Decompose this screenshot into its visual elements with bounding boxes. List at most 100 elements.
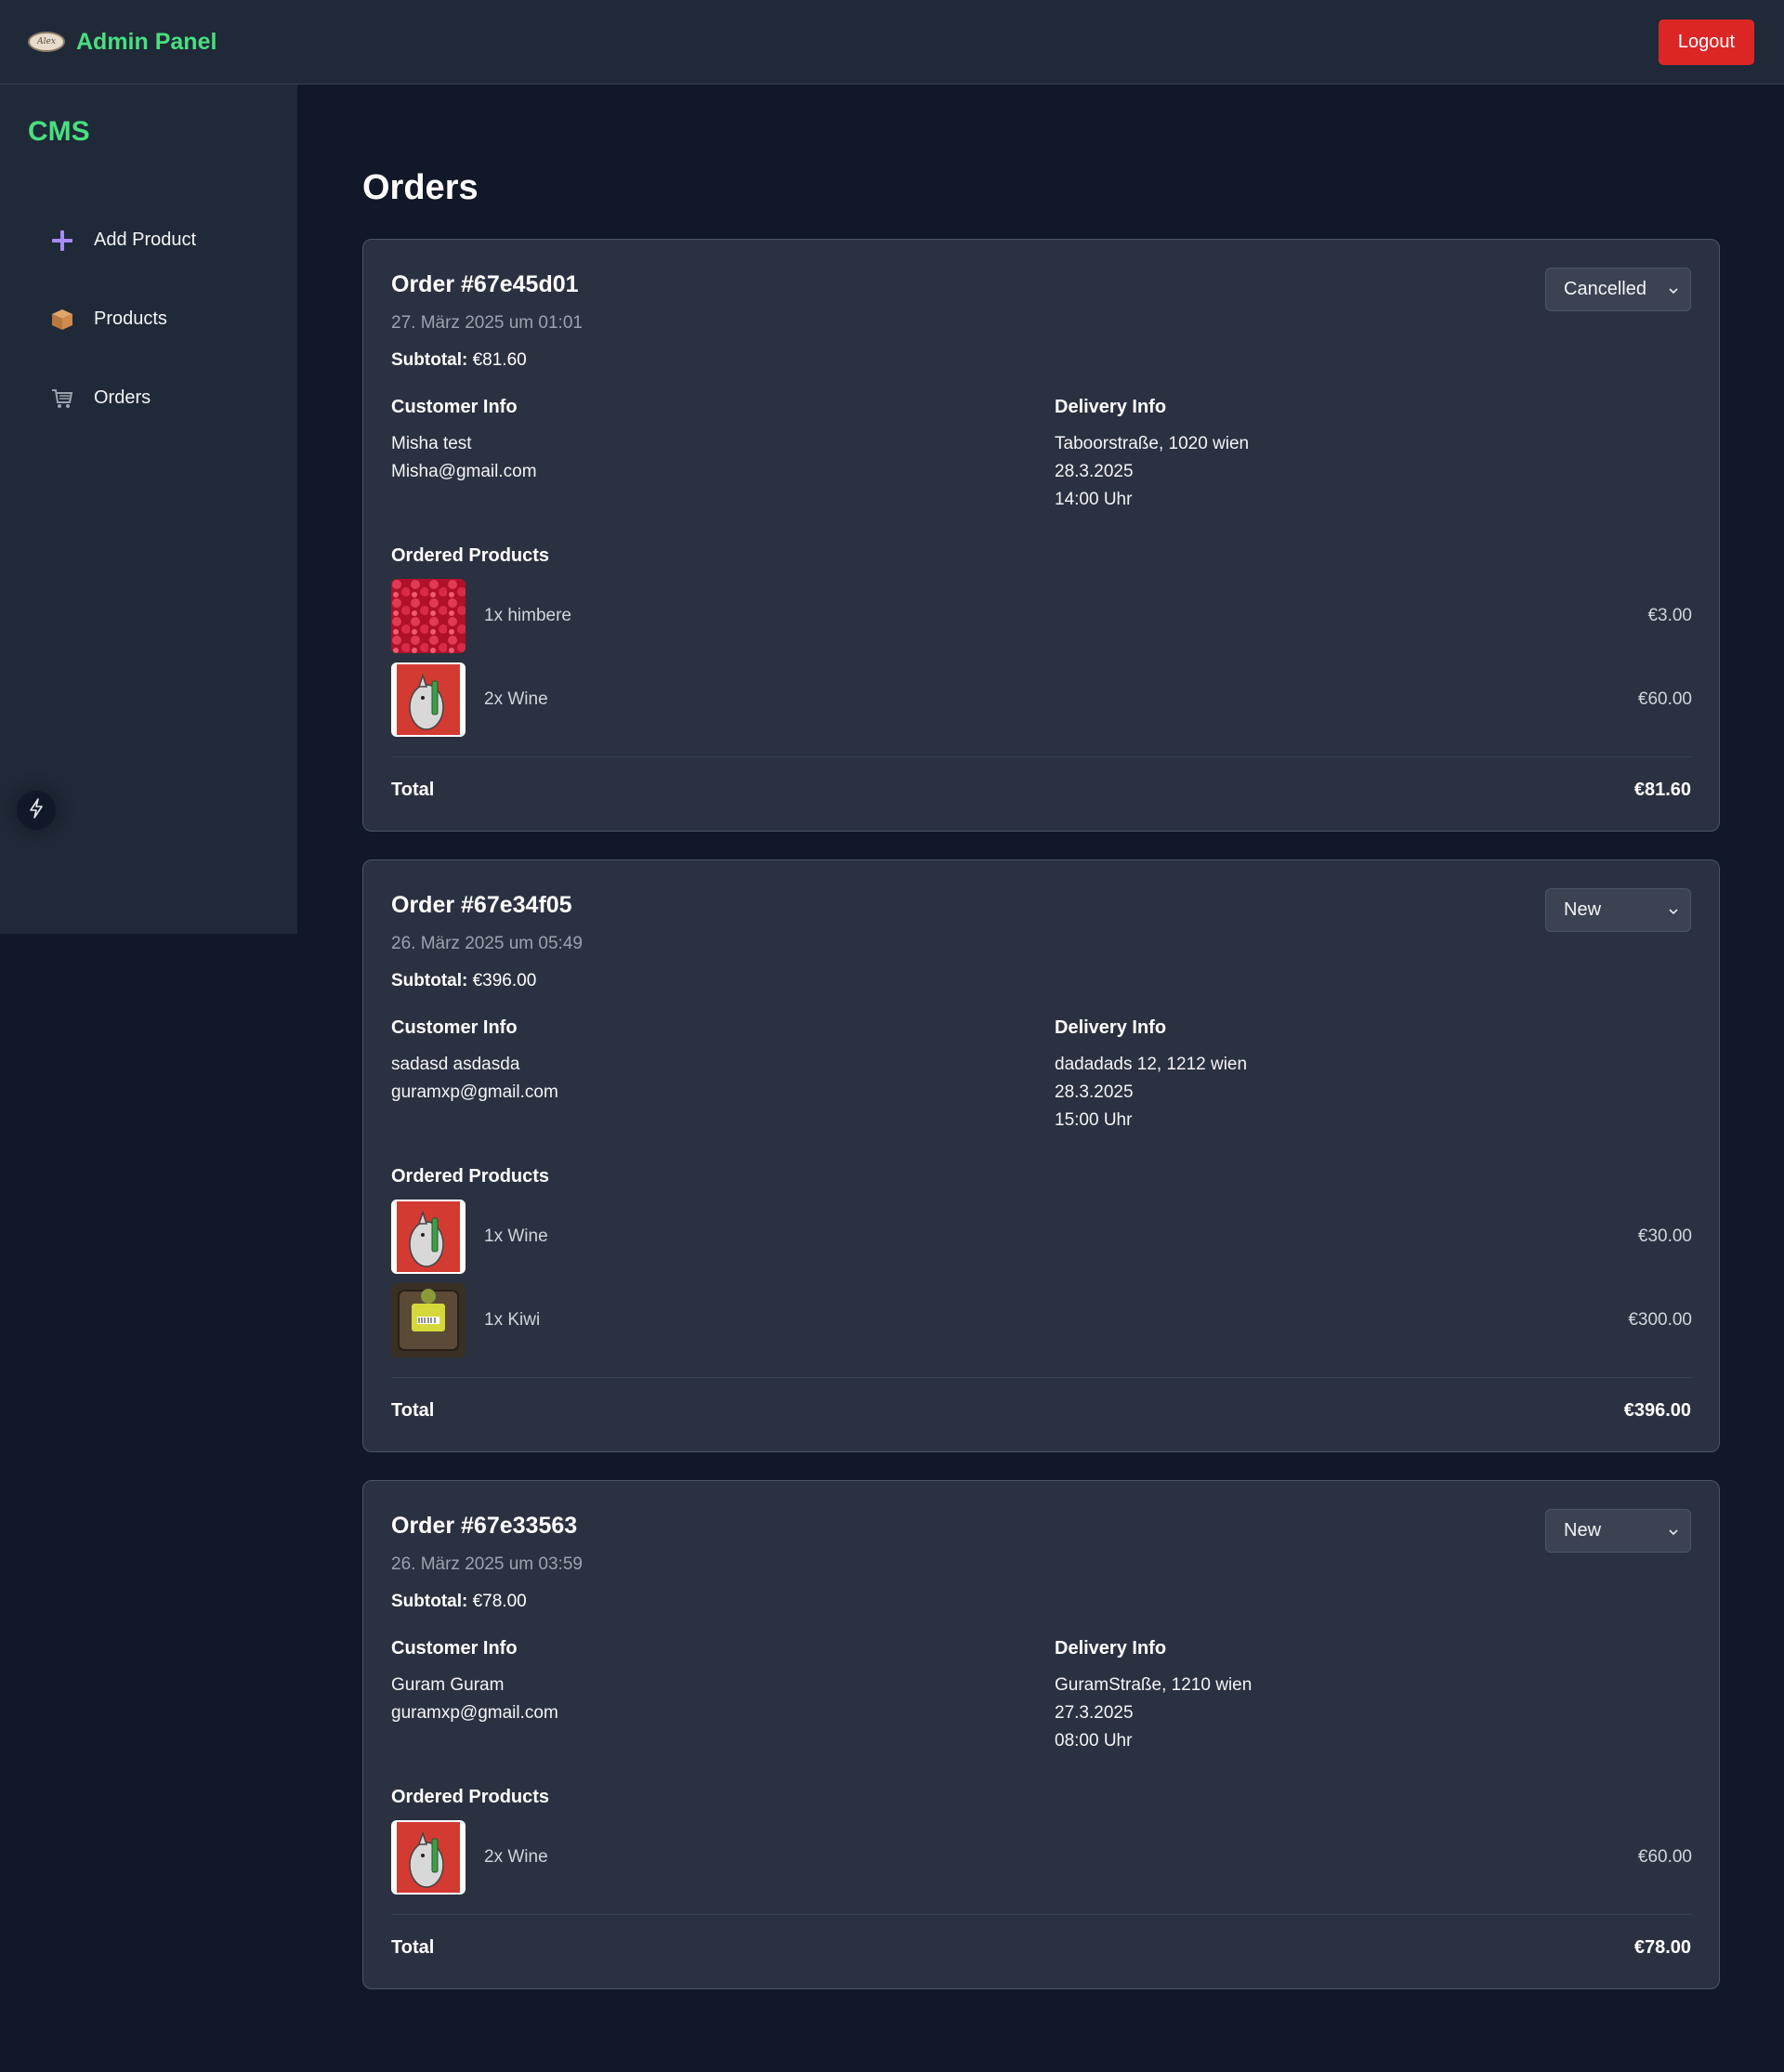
order-card: Order #67e34f05 26. März 2025 um 05:49 S… [362,859,1720,1452]
product-name: 2x Wine [484,689,548,709]
product-price: €300.00 [1628,1310,1692,1330]
bolt-button[interactable] [17,791,56,830]
total-label: Total [391,1400,435,1421]
sidebar-title: CMS [28,116,90,147]
product-price: €3.00 [1647,606,1692,625]
delivery-date: 27.3.2025 [1055,1703,1134,1723]
delivery-address: dadadads 12, 1212 wien [1055,1055,1248,1074]
sidebar-item-add-product[interactable]: Add Product [0,201,297,280]
product-name: 1x himbere [484,606,571,625]
page-title: Orders [362,168,479,207]
customer-email: Misha@gmail.com [391,462,537,481]
logo: Alex [28,32,65,52]
product-price: €60.00 [1637,689,1692,709]
order-subtotal: Subtotal: €396.00 [391,971,536,991]
logout-button[interactable]: Logout [1659,19,1754,65]
total-label: Total [391,780,435,800]
sidebar-item-orders[interactable]: Orders [0,359,297,438]
total-value: €81.60 [1633,780,1691,800]
kiwi-image [391,1283,466,1357]
delivery-address: Taboorstraße, 1020 wien [1055,434,1250,453]
product-row: 2x Wine €60.00 [391,1820,1692,1895]
chevron-down-icon [1668,1520,1679,1541]
product-row: 1x himbere €3.00 [391,579,1692,653]
delivery-info-heading: Delivery Info [1055,397,1167,417]
product-price: €30.00 [1637,1226,1692,1246]
divider [391,756,1692,757]
ordered-products-heading: Ordered Products [391,1787,550,1807]
wine-image [391,1820,466,1895]
subtotal-value: €78.00 [472,1592,527,1611]
order-date: 26. März 2025 um 03:59 [391,1554,583,1574]
order-title: Order #67e34f05 [391,892,572,918]
sidebar-item-label: Orders [94,387,151,408]
top-bar: Alex Admin Panel Logout [0,0,1784,85]
package-icon [49,307,75,333]
app-title: Admin Panel [76,28,217,55]
sidebar-item-products[interactable]: Products [0,280,297,359]
status-select[interactable]: Cancelled [1545,268,1691,311]
order-subtotal: Subtotal: €81.60 [391,350,527,371]
customer-name: Misha test [391,434,472,453]
product-row: 2x Wine €60.00 [391,662,1692,737]
total-value: €396.00 [1623,1400,1691,1421]
status-value: Cancelled [1564,279,1646,299]
raspberry-image [391,579,466,653]
sidebar-item-label: Products [94,308,167,329]
delivery-address: GuramStraße, 1210 wien [1055,1675,1253,1695]
subtotal-value: €396.00 [472,971,537,990]
plus-icon [49,228,75,254]
customer-info-heading: Customer Info [391,1638,518,1659]
order-card: Order #67e33563 26. März 2025 um 03:59 S… [362,1480,1720,1989]
delivery-time: 14:00 Uhr [1055,490,1133,509]
status-value: New [1564,899,1602,920]
delivery-info-heading: Delivery Info [1055,1017,1167,1038]
subtotal-value: €81.60 [472,350,527,370]
order-subtotal: Subtotal: €78.00 [391,1592,527,1612]
status-value: New [1564,1520,1602,1541]
subtotal-label: Subtotal: [391,350,468,370]
customer-name: sadasd asdasda [391,1055,520,1074]
chevron-down-icon [1668,899,1679,921]
bolt-icon [28,797,45,823]
product-name: 2x Wine [484,1847,548,1867]
order-date: 27. März 2025 um 01:01 [391,313,583,333]
delivery-info-heading: Delivery Info [1055,1638,1167,1659]
order-title: Order #67e45d01 [391,271,579,297]
product-row: 1x Wine €30.00 [391,1200,1692,1274]
ordered-products-heading: Ordered Products [391,1166,550,1187]
customer-email: guramxp@gmail.com [391,1703,558,1723]
total-value: €78.00 [1633,1937,1691,1958]
status-select[interactable]: New [1545,1509,1691,1553]
sidebar-nav: Add Product Products Orders [0,201,297,438]
product-price: €60.00 [1637,1847,1692,1867]
subtotal-label: Subtotal: [391,1592,468,1611]
delivery-date: 28.3.2025 [1055,1082,1134,1102]
ordered-products-heading: Ordered Products [391,545,550,566]
divider [391,1914,1692,1915]
wine-image [391,1200,466,1274]
total-label: Total [391,1937,435,1958]
order-title: Order #67e33563 [391,1513,578,1539]
chevron-down-icon [1668,279,1679,300]
delivery-date: 28.3.2025 [1055,462,1134,481]
cart-icon [49,386,75,412]
subtotal-label: Subtotal: [391,971,468,990]
delivery-time: 15:00 Uhr [1055,1110,1133,1130]
sidebar-item-label: Add Product [94,229,197,250]
sidebar: CMS Add Product Products Orders [0,85,297,934]
status-select[interactable]: New [1545,888,1691,932]
order-date: 26. März 2025 um 05:49 [391,934,583,953]
product-name: 1x Kiwi [484,1310,541,1330]
brand[interactable]: Alex Admin Panel [28,29,216,56]
delivery-time: 08:00 Uhr [1055,1731,1133,1751]
wine-image [391,662,466,737]
order-card: Order #67e45d01 27. März 2025 um 01:01 S… [362,239,1720,832]
divider [391,1377,1692,1378]
customer-name: Guram Guram [391,1675,505,1695]
customer-email: guramxp@gmail.com [391,1082,558,1102]
customer-info-heading: Customer Info [391,1017,518,1038]
customer-info-heading: Customer Info [391,397,518,417]
product-row: 1x Kiwi €300.00 [391,1283,1692,1357]
product-name: 1x Wine [484,1226,548,1246]
